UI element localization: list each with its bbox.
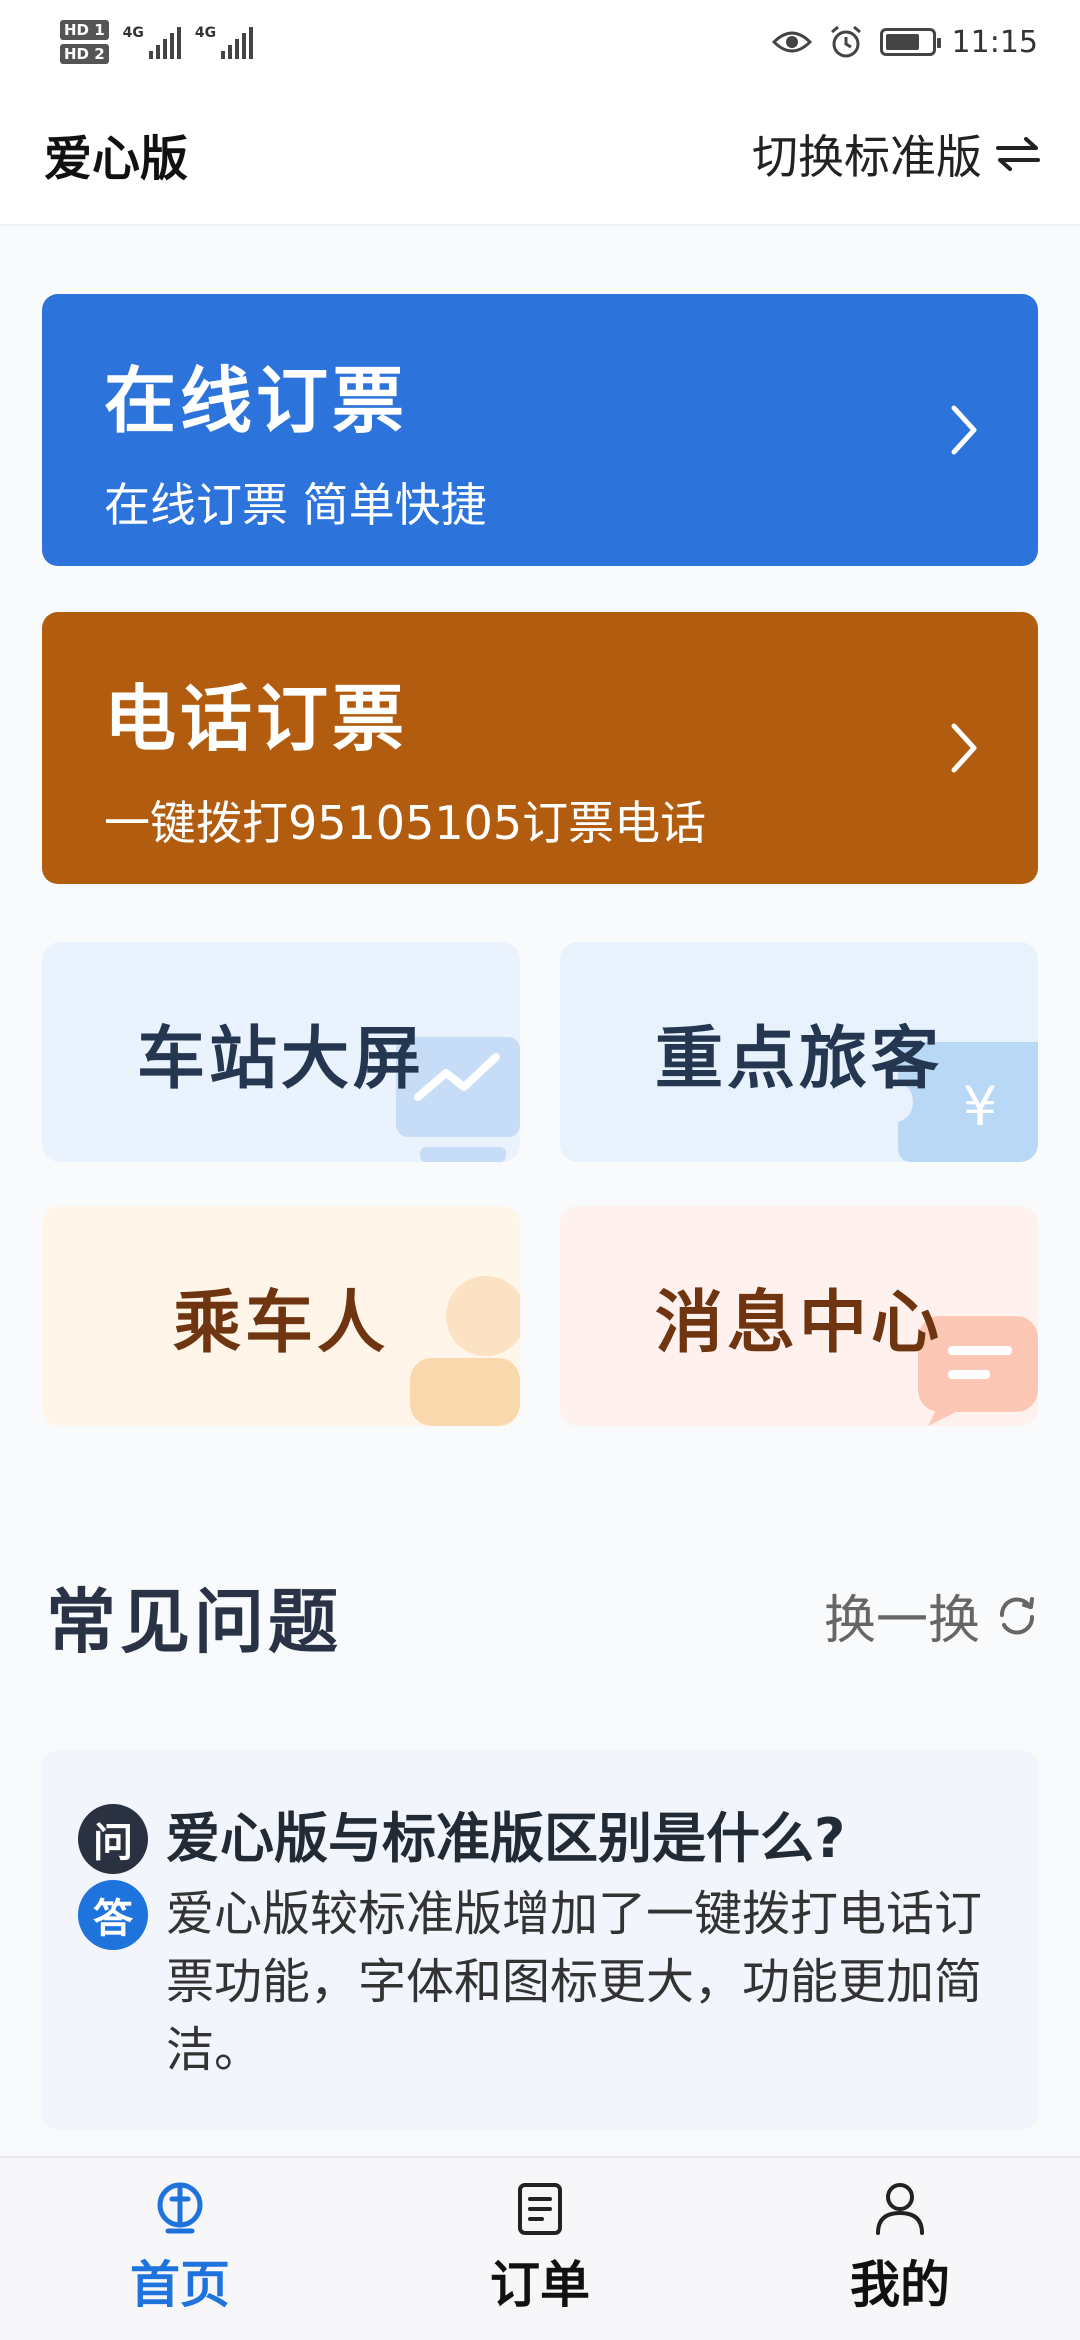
app-header: 爱心版 切换标准版 [0,84,1080,226]
station-screen-label: 车站大屏 [136,1019,425,1099]
faq-question-row: 问 爱心版与标准版区别是什么? [78,1804,1002,1874]
user-icon [876,2183,924,2235]
network-type-1: 4G [122,25,144,41]
online-booking-subtitle: 在线订票 简单快捷 [104,478,487,532]
alarm-icon [830,25,861,58]
network-type-2: 4G [194,25,217,41]
nav-mine-label: 我的 [850,2256,950,2314]
page-title: 爱心版 [44,131,189,187]
status-bar: HD 1 HD 2 4G 4G 11:15 [0,0,1080,84]
nav-orders-label: 订单 [490,2256,590,2314]
chevron-right-icon [951,405,977,455]
message-center-tile[interactable]: 消息中心 [560,1206,1038,1426]
faq-card[interactable]: 问 爱心版与标准版区别是什么? 答 爱心版较标准版增加了一键拨打电话订票功能，字… [42,1750,1038,2130]
battery-icon [879,28,941,56]
hd-indicators: HD 1 HD 2 [60,20,109,64]
message-center-label: 消息中心 [654,1283,943,1363]
key-passenger-tile[interactable]: 重点旅客 ¥ [560,942,1038,1162]
refresh-label: 换一换 [823,1591,980,1651]
hd1-badge: HD 1 [60,20,109,40]
nav-orders[interactable]: 订单 [390,2181,690,2317]
phone-booking-subtitle: 一键拨打95105105订票电话 [104,796,707,850]
signal-2-icon: 4G [194,25,254,59]
station-screen-tile[interactable]: 车站大屏 [42,942,520,1162]
eye-icon [771,31,812,53]
question-badge: 问 [78,1804,148,1874]
passenger-label: 乘车人 [172,1283,389,1363]
bottom-nav: 首页 订单 我的 [0,2156,1080,2340]
online-booking-card[interactable]: 在线订票 在线订票 简单快捷 [42,294,1038,566]
train-logo-icon [157,2182,203,2234]
phone-booking-card[interactable]: 电话订票 一键拨打95105105订票电话 [42,612,1038,884]
status-right: 11:15 [771,24,1038,60]
refresh-faq-button[interactable]: 换一换 [824,1578,1040,1653]
battery-fill [885,34,919,50]
faq-answer-row: 答 爱心版较标准版增加了一键拨打电话订票功能，字体和图标更大，功能更加简洁。 [78,1880,1002,2084]
order-list-icon [518,2183,562,2235]
clock: 11:15 [951,24,1038,60]
nav-home[interactable]: 首页 [30,2181,330,2317]
faq-section-title: 常见问题 [46,1581,342,1663]
answer-badge: 答 [78,1880,148,1950]
faq-question: 爱心版与标准版区别是什么? [166,1807,846,1870]
nav-home-label: 首页 [130,2256,230,2314]
key-passenger-label: 重点旅客 [654,1019,943,1099]
faq-answer: 爱心版较标准版增加了一键拨打电话订票功能，字体和图标更大，功能更加简洁。 [166,1886,983,2078]
switch-label: 切换标准版 [752,130,982,184]
signal-1-icon: 4G [123,25,181,59]
passenger-tile[interactable]: 乘车人 [42,1206,520,1426]
switch-standard-button[interactable]: 切换标准版 [752,121,1040,187]
signal-group: HD 1 HD 2 4G 4G [60,20,254,64]
swap-arrows-icon [996,137,1040,171]
svg-text:¥: ¥ [963,1075,997,1138]
person-icon [410,1276,520,1426]
online-booking-title: 在线订票 [104,359,409,443]
phone-booking-title: 电话订票 [104,677,409,761]
chevron-right-icon [951,723,977,773]
nav-mine[interactable]: 我的 [750,2181,1050,2317]
hd2-badge: HD 2 [60,44,109,64]
refresh-icon [999,1596,1035,1635]
